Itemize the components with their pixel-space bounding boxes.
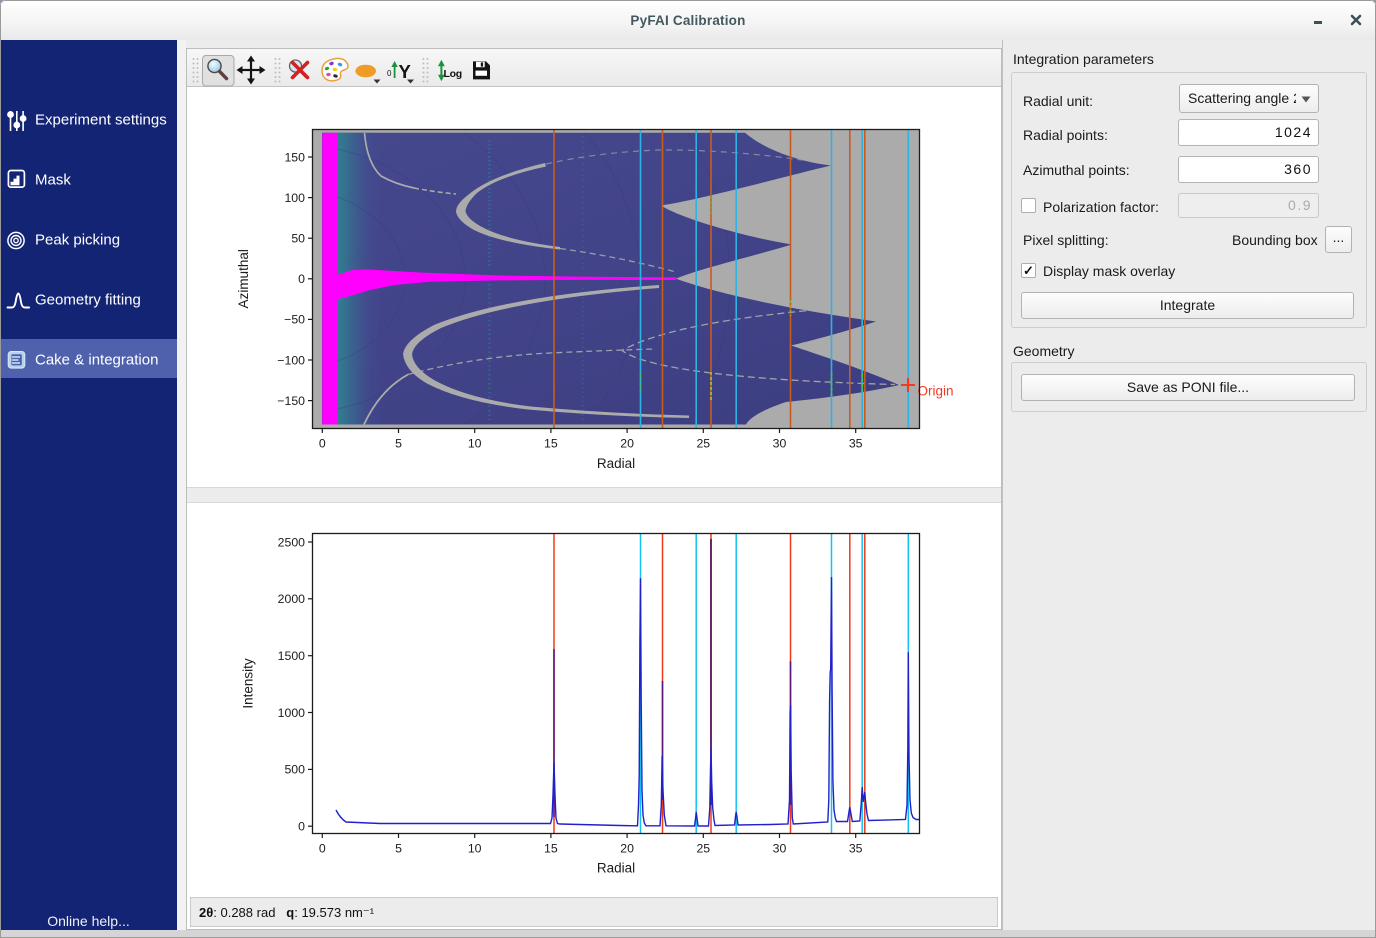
svg-text:30: 30 <box>773 842 787 856</box>
svg-text:15: 15 <box>544 437 558 451</box>
svg-text:Azimuthal: Azimuthal <box>236 249 251 308</box>
svg-text:10: 10 <box>468 437 482 451</box>
svg-text:0: 0 <box>319 842 326 856</box>
svg-text:−100: −100 <box>277 353 305 367</box>
svg-text:10: 10 <box>468 842 482 856</box>
svg-text:30: 30 <box>773 437 787 451</box>
svg-text:100: 100 <box>284 191 305 205</box>
svg-text:Radial: Radial <box>597 861 635 876</box>
svg-text:0: 0 <box>387 69 392 78</box>
svg-text:0: 0 <box>319 437 326 451</box>
svg-text:500: 500 <box>284 763 305 777</box>
svg-text:35: 35 <box>849 437 863 451</box>
svg-text:50: 50 <box>291 232 305 246</box>
svg-text:−150: −150 <box>277 394 305 408</box>
svg-text:1000: 1000 <box>278 706 306 720</box>
svg-text:Y: Y <box>399 61 412 82</box>
svg-text:20: 20 <box>620 842 634 856</box>
svg-text:15: 15 <box>544 842 558 856</box>
svg-text:5: 5 <box>395 842 402 856</box>
svg-text:150: 150 <box>284 150 305 164</box>
svg-text:25: 25 <box>696 842 710 856</box>
svg-text:Intensity: Intensity <box>241 658 256 709</box>
svg-text:35: 35 <box>849 842 863 856</box>
svg-text:2500: 2500 <box>278 535 306 549</box>
svg-text:−50: −50 <box>284 313 305 327</box>
svg-text:0: 0 <box>298 820 305 834</box>
svg-text:Origin: Origin <box>918 384 954 399</box>
svg-text:25: 25 <box>696 437 710 451</box>
svg-text:Radial: Radial <box>597 456 635 471</box>
svg-text:0: 0 <box>298 272 305 286</box>
svg-text:20: 20 <box>620 437 634 451</box>
svg-text:1500: 1500 <box>278 649 306 663</box>
svg-text:Log: Log <box>444 68 462 80</box>
svg-text:5: 5 <box>395 437 402 451</box>
svg-text:2000: 2000 <box>278 592 306 606</box>
